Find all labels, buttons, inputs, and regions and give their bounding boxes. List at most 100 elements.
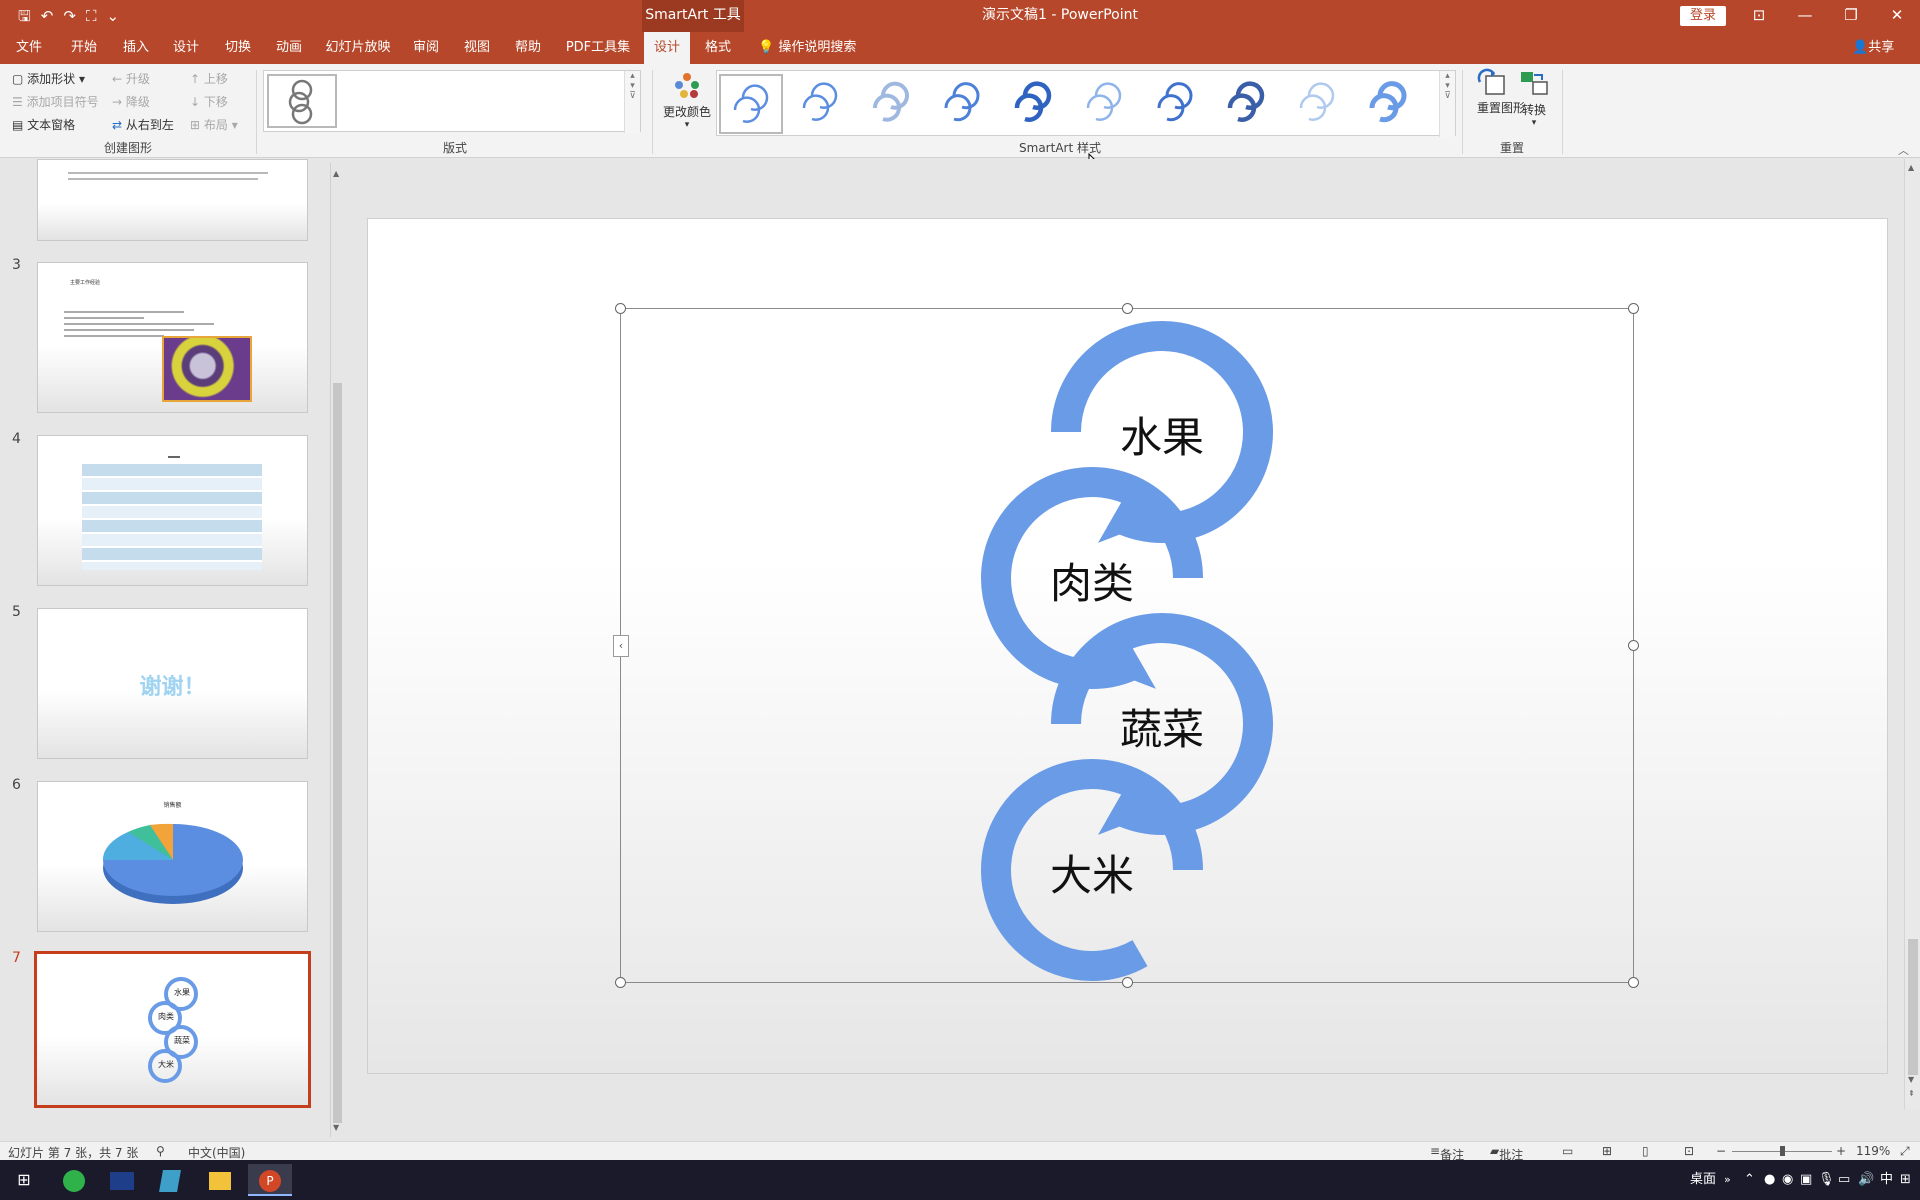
tab-animations[interactable]: 动画 (269, 32, 309, 64)
convert-button[interactable]: 转换 ▾ (1516, 68, 1552, 128)
resize-handle-ne[interactable] (1628, 303, 1639, 314)
move-down-button[interactable]: ↓ 下移 (190, 93, 228, 110)
right-to-left-button[interactable]: ⇄ 从右到左 (112, 116, 174, 133)
layout-thumb-selected[interactable] (267, 74, 337, 128)
add-shape-button[interactable]: ▢ 添加形状 ▾ (12, 70, 85, 87)
tray-display-icon[interactable]: ▭ (1838, 1160, 1850, 1200)
tab-home[interactable]: 开始 (64, 32, 104, 64)
main-scroll-thumb[interactable] (1908, 939, 1918, 1075)
move-up-button[interactable]: ↑ 上移 (190, 70, 228, 87)
tab-slideshow[interactable]: 幻灯片放映 (320, 32, 396, 64)
login-button[interactable]: 登录 (1680, 6, 1726, 26)
tab-transitions[interactable]: 切换 (218, 32, 258, 64)
media-app-icon[interactable] (100, 1164, 144, 1196)
language-indicator[interactable]: 中文(中国) (188, 1144, 245, 1161)
smartart-style-option[interactable] (1003, 74, 1067, 134)
reset-graphic-button[interactable]: 重置图形 (1472, 68, 1525, 116)
smartart-style-option[interactable] (1216, 74, 1280, 134)
save-icon[interactable]: 🖫 (18, 6, 31, 26)
slide-thumb-6[interactable]: 销售额 (37, 781, 308, 932)
slide-thumb-7[interactable]: 水果 肉类 蔬菜 大米 (34, 951, 311, 1108)
smartart-node-label[interactable]: 水果 (1102, 404, 1222, 465)
layout-button[interactable]: ⊞ 布局 ▾ (190, 116, 238, 133)
collapse-ribbon-icon[interactable]: ︿ (1898, 142, 1909, 158)
tray-network-app-icon[interactable]: ◉ (1782, 1160, 1793, 1200)
reading-view-icon[interactable]: ▯ (1642, 1144, 1649, 1158)
zoom-in-button[interactable]: + (1836, 1144, 1846, 1158)
undo-icon[interactable]: ↶ (41, 6, 54, 26)
smartart-style-option[interactable] (1287, 74, 1351, 134)
powerpoint-taskbar-icon[interactable]: P (248, 1164, 292, 1196)
thumbnail-scrollbar[interactable]: ▲ ▼ (330, 163, 344, 1137)
smartart-style-option[interactable] (1074, 74, 1138, 134)
change-colors-button[interactable]: 更改颜色 ▾ (662, 70, 712, 130)
slide-thumb-3[interactable]: 主要工作经验 (37, 262, 308, 413)
slide-sorter-icon[interactable]: ⊞ (1602, 1144, 1612, 1158)
zoom-level[interactable]: 119% (1856, 1144, 1890, 1158)
tab-review[interactable]: 审阅 (406, 32, 446, 64)
styles-gallery-scroll[interactable]: ▴ ▾ ⊽ (1439, 71, 1455, 137)
tray-app-icon[interactable]: ● (1764, 1160, 1775, 1200)
resize-handle-se[interactable] (1628, 977, 1639, 988)
add-bullet-button[interactable]: ☰ 添加项目符号 (12, 93, 99, 110)
minimize-button[interactable]: — (1782, 0, 1828, 32)
tray-usb-icon[interactable]: ▣ (1800, 1160, 1812, 1200)
comments-button[interactable]: ▰ 批注 (1490, 1144, 1523, 1162)
text-pane-button[interactable]: ▤ 文本窗格 (12, 116, 75, 133)
previous-slide-icon[interactable]: ⇞ (1908, 1089, 1915, 1098)
smartart-style-option[interactable] (1145, 74, 1209, 134)
demote-button[interactable]: → 降级 (112, 93, 150, 110)
resize-handle-sw[interactable] (615, 977, 626, 988)
smartart-node-label[interactable]: 大米 (1032, 842, 1152, 903)
smartart-style-option[interactable] (932, 74, 996, 134)
tab-format[interactable]: 格式 (696, 32, 740, 64)
tab-insert[interactable]: 插入 (116, 32, 156, 64)
browser-app-icon[interactable] (52, 1164, 96, 1196)
close-button[interactable]: ✕ (1874, 0, 1920, 32)
smartart-style-option[interactable] (790, 74, 854, 134)
tray-volume-icon[interactable]: 🔊 (1858, 1160, 1874, 1200)
main-scrollbar[interactable]: ▲ ▼ ⇞ (1904, 159, 1920, 1109)
smartart-style-option[interactable] (719, 74, 783, 134)
slide-thumb-2[interactable] (37, 159, 308, 241)
tray-keyboard-icon[interactable]: ⊞ (1900, 1160, 1911, 1200)
restore-button[interactable]: ❐ (1828, 0, 1874, 32)
tray-mic-icon[interactable]: 🎙 (1818, 1160, 1835, 1200)
normal-view-icon[interactable]: ▭ (1562, 1144, 1573, 1158)
thumbnail-scroll-thumb[interactable] (333, 383, 342, 1123)
desktop-toolbar-label[interactable]: 桌面 (1690, 1160, 1716, 1200)
customize-qat-icon[interactable]: ⌄ (106, 6, 119, 26)
tab-help[interactable]: 帮助 (508, 32, 548, 64)
text-pane-toggle-button[interactable]: ‹ (613, 635, 629, 657)
promote-button[interactable]: ← 升级 (112, 70, 150, 87)
slide-thumb-4[interactable] (37, 435, 308, 586)
notes-app-icon[interactable] (148, 1164, 192, 1196)
zoom-slider-thumb[interactable] (1780, 1146, 1785, 1156)
ime-indicator[interactable]: 中 (1880, 1160, 1893, 1200)
smartart-style-option[interactable] (1358, 74, 1422, 134)
tab-design[interactable]: 设计 (166, 32, 206, 64)
file-explorer-icon[interactable] (198, 1164, 242, 1196)
resize-handle-e[interactable] (1628, 640, 1639, 651)
notes-button[interactable]: ≡ 备注 (1430, 1144, 1464, 1162)
smartart-node-label[interactable]: 肉类 (1032, 550, 1152, 611)
layouts-gallery-scroll[interactable]: ▴ ▾ ⊽ (624, 71, 640, 133)
accessibility-icon[interactable]: ⚲ (156, 1144, 165, 1158)
toolbar-expand-icon[interactable]: » (1724, 1160, 1731, 1200)
resize-handle-nw[interactable] (615, 303, 626, 314)
fit-to-window-icon[interactable]: ⤢ (1900, 1144, 1910, 1159)
redo-icon[interactable]: ↷ (63, 6, 76, 26)
ribbon-display-options-icon[interactable]: ⊡ (1736, 0, 1782, 32)
tell-me-search[interactable]: 💡 操作说明搜索 (758, 32, 856, 64)
tab-view[interactable]: 视图 (457, 32, 497, 64)
tab-file[interactable]: 文件 (10, 32, 48, 64)
smartart-style-option[interactable] (861, 74, 925, 134)
touch-mode-icon[interactable]: ⛶ (86, 6, 97, 26)
smartart-node-label[interactable]: 蔬菜 (1102, 696, 1222, 757)
zoom-out-button[interactable]: − (1716, 1144, 1726, 1158)
tray-overflow-icon[interactable]: ⌃ (1744, 1160, 1755, 1200)
slideshow-icon[interactable]: ⊡ (1684, 1144, 1694, 1158)
tab-pdf-tools[interactable]: PDF工具集 (560, 32, 636, 64)
tab-smartart-design[interactable]: 设计 (644, 32, 690, 64)
share-button[interactable]: 👤共享 (1852, 32, 1894, 64)
